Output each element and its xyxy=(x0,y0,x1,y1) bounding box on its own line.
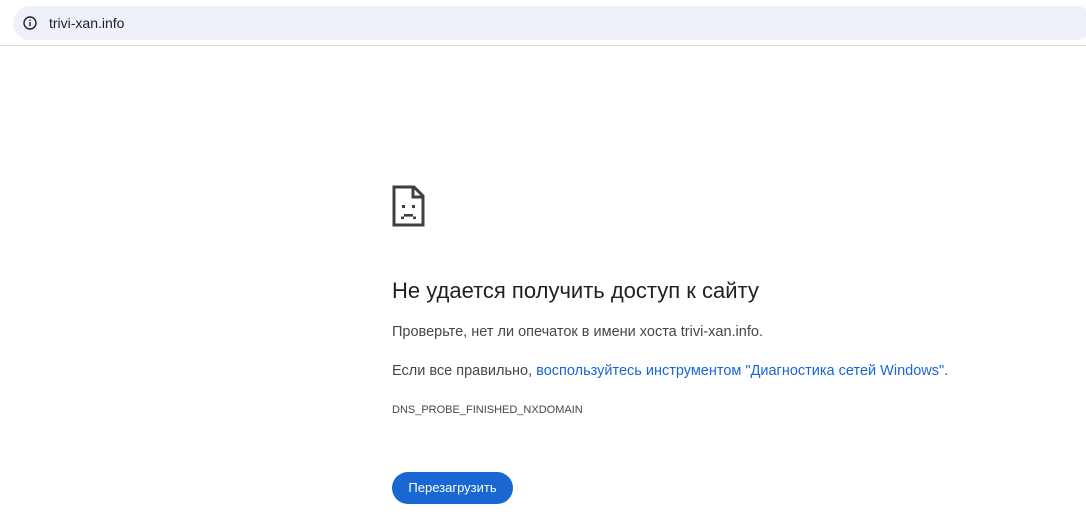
sad-page-icon xyxy=(392,185,425,227)
info-icon[interactable] xyxy=(21,14,39,32)
suggestion-text: Если все правильно, воспользуйтесь инстр… xyxy=(392,361,948,381)
reload-button[interactable]: Перезагрузить xyxy=(392,472,513,504)
address-bar[interactable]: trivi-xan.info xyxy=(13,6,1086,40)
suggestion-suffix: . xyxy=(944,363,949,379)
suggestion-prefix: Если все правильно, xyxy=(392,363,537,379)
network-diagnostics-link[interactable]: воспользуйтесь инструментом "Диагностика… xyxy=(536,363,944,379)
address-bar-url[interactable]: trivi-xan.info xyxy=(49,15,124,31)
error-heading: Не удается получить доступ к сайту xyxy=(392,278,759,303)
error-code: DNS_PROBE_FINISHED_NXDOMAIN xyxy=(392,404,583,416)
check-hostname-text: Проверьте, нет ли опечаток в имени хоста… xyxy=(392,324,763,340)
browser-toolbar: trivi-xan.info xyxy=(0,0,1086,46)
